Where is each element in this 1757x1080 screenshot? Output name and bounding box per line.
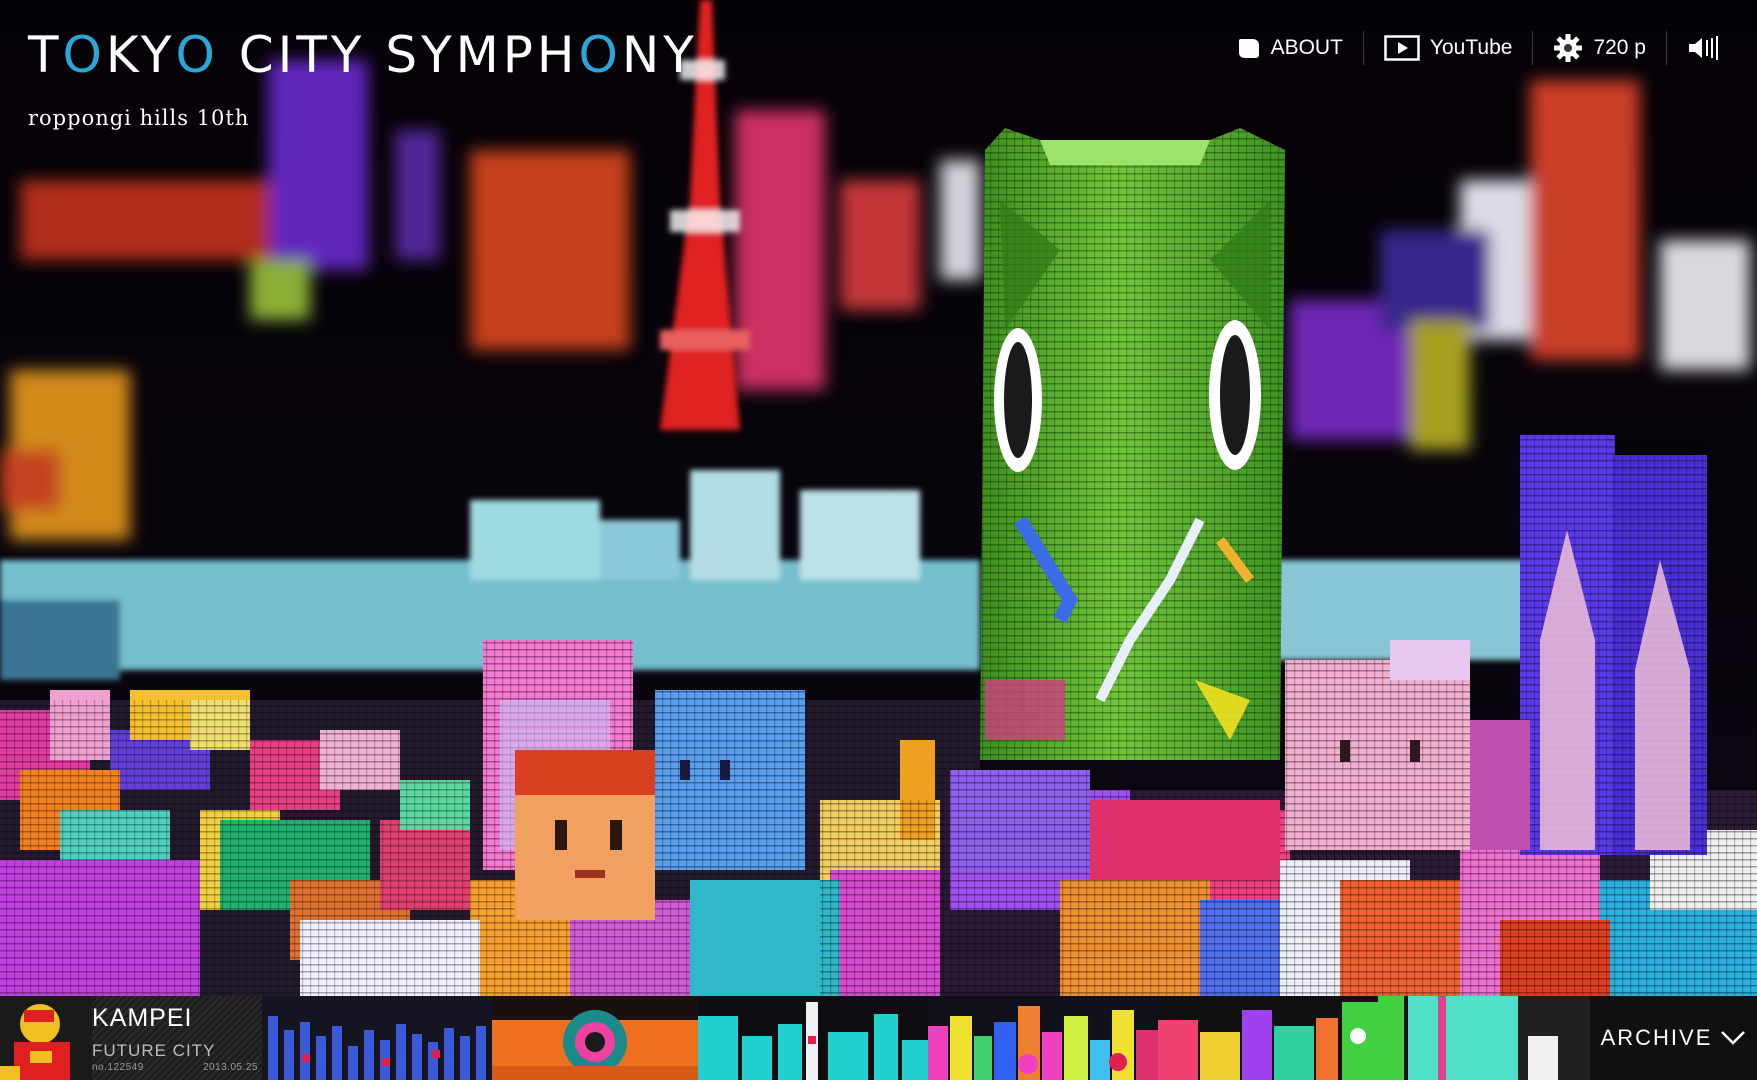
youtube-label: YouTube xyxy=(1429,36,1513,59)
logo-ring-o: O xyxy=(175,26,219,84)
archive-thumbnail[interactable] xyxy=(698,996,928,1080)
now-playing-title: KAMPEI xyxy=(92,1004,193,1032)
about-label: ABOUT xyxy=(1270,36,1343,59)
about-button[interactable]: ABOUT xyxy=(1217,28,1363,68)
thumbnail-strip xyxy=(262,996,1590,1080)
archive-thumbnail[interactable] xyxy=(1378,996,1590,1080)
archive-thumbnail[interactable] xyxy=(492,996,698,1080)
archive-thumbnail[interactable] xyxy=(928,996,1158,1080)
archive-thumbnail[interactable] xyxy=(1158,996,1378,1080)
hero-video[interactable] xyxy=(0,0,1757,996)
play-icon xyxy=(1384,35,1420,61)
gear-icon xyxy=(1554,34,1583,62)
now-playing-category: FUTURE CITY xyxy=(92,1041,216,1060)
volume-button[interactable] xyxy=(1667,28,1743,68)
now-playing-number: no.122549 xyxy=(92,1062,144,1073)
archive-label: ARCHIVE xyxy=(1600,1025,1713,1050)
speech-bubble-icon xyxy=(1238,39,1259,58)
logo-title: TOKYO CITY SYMPHONY xyxy=(28,26,698,84)
logo[interactable]: TOKYO CITY SYMPHONY roppongi hills 10th xyxy=(28,26,698,130)
now-playing-info: KAMPEI FUTURE CITY no.122549 2013.05.25 xyxy=(92,996,262,1080)
bottom-bar: KAMPEI FUTURE CITY no.122549 2013.05.25 xyxy=(0,996,1757,1080)
logo-ring-o: O xyxy=(578,26,622,84)
now-playing-card[interactable]: KAMPEI FUTURE CITY no.122549 2013.05.25 xyxy=(0,996,262,1080)
header: TOKYO CITY SYMPHONY roppongi hills 10th … xyxy=(0,0,1757,140)
quality-button[interactable]: 720 p xyxy=(1533,28,1666,68)
now-playing-date: 2013.05.25 xyxy=(202,1062,258,1073)
top-nav: ABOUT YouTube 720 p xyxy=(1217,28,1743,68)
youtube-button[interactable]: YouTube xyxy=(1364,28,1533,68)
city-projection-scene xyxy=(0,0,1757,996)
quality-label: 720 p xyxy=(1593,36,1646,59)
now-playing-meta: no.122549 2013.05.25 xyxy=(92,1062,258,1073)
archive-button[interactable]: ARCHIVE xyxy=(1590,996,1757,1080)
archive-thumbnail[interactable] xyxy=(262,996,492,1080)
now-playing-thumbnail xyxy=(0,996,86,1080)
volume-icon xyxy=(1689,36,1718,60)
logo-subtitle: roppongi hills 10th xyxy=(28,106,250,130)
chevron-down-icon xyxy=(1721,1031,1746,1045)
logo-ring-o: O xyxy=(62,26,106,84)
